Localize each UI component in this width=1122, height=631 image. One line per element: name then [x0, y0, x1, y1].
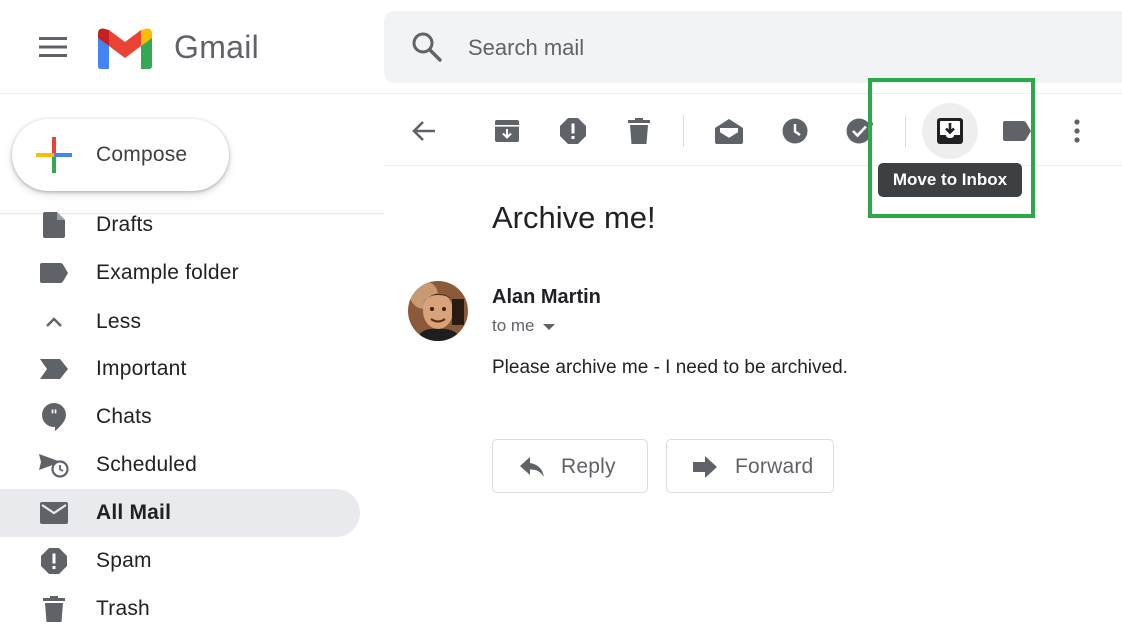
spam-icon: [38, 548, 70, 574]
report-spam-button[interactable]: [545, 103, 601, 159]
chat-icon: ": [38, 403, 70, 431]
sidebar-item-label: Important: [96, 357, 187, 380]
gmail-logo-icon[interactable]: [96, 26, 154, 70]
sidebar-item-label: Spam: [96, 549, 152, 572]
search-input[interactable]: [468, 30, 1068, 66]
chevron-up-icon: [38, 310, 70, 334]
reply-button[interactable]: Reply: [492, 439, 648, 493]
sidebar-item-label: Trash: [96, 597, 150, 620]
hamburger-menu-icon: [39, 37, 67, 57]
toolbar-separator: [683, 115, 684, 147]
recipient-details-toggle[interactable]: to me: [492, 314, 555, 338]
archive-icon: [495, 120, 519, 142]
mail-icon: [38, 501, 70, 525]
delete-button[interactable]: [611, 103, 667, 159]
sidebar-item-chats[interactable]: " Chats: [0, 393, 360, 441]
sidebar-item-label: All Mail: [96, 501, 172, 524]
reply-icon: [520, 457, 544, 477]
sidebar-item-spam[interactable]: Spam: [0, 537, 360, 585]
forward-icon: [693, 456, 717, 478]
draft-icon: [38, 212, 70, 238]
forward-button[interactable]: Forward: [666, 439, 834, 493]
caret-down-icon: [542, 323, 555, 330]
forward-label: Forward: [735, 455, 814, 478]
sidebar-item-label: Scheduled: [96, 453, 198, 476]
highlight-box: [868, 78, 1035, 218]
search-icon[interactable]: [410, 30, 444, 64]
sidebar-item-label: Chats: [96, 405, 152, 428]
sidebar-item-label: Less: [96, 310, 142, 333]
sidebar-item-all-mail[interactable]: All Mail: [0, 489, 360, 537]
back-button[interactable]: [396, 103, 452, 159]
compose-button[interactable]: Compose: [12, 119, 229, 191]
sender-name: Alan Martin: [492, 286, 601, 308]
app-name: Gmail: [174, 29, 260, 65]
archive-button[interactable]: [479, 103, 535, 159]
sidebar-item-label: Drafts: [96, 213, 154, 236]
recipient-label: to me: [492, 316, 535, 335]
mark-unread-icon: [715, 119, 743, 144]
more-vert-icon: [1074, 119, 1080, 143]
label-icon: [38, 261, 70, 285]
snooze-icon: [782, 118, 808, 144]
message-body: Please archive me - I need to be archive…: [492, 357, 848, 378]
message-subject: Archive me!: [492, 200, 656, 235]
mark-as-unread-button[interactable]: [701, 103, 757, 159]
compose-label: Compose: [96, 143, 188, 166]
svg-text:": ": [50, 408, 57, 424]
trash-icon: [38, 596, 70, 622]
snooze-button[interactable]: [767, 103, 823, 159]
sidebar-item-drafts[interactable]: Drafts: [0, 201, 360, 249]
report-spam-icon: [560, 118, 586, 144]
reply-label: Reply: [561, 455, 616, 478]
back-arrow-icon: [412, 121, 435, 141]
delete-icon: [628, 118, 650, 144]
sidebar-item-less[interactable]: Less: [0, 298, 360, 346]
compose-plus-icon: [36, 137, 72, 173]
sidebar-item-label: Example folder: [96, 261, 239, 284]
sender-avatar[interactable]: [408, 281, 468, 341]
more-options-button[interactable]: [1049, 103, 1105, 159]
sidebar-item-trash[interactable]: Trash: [0, 585, 360, 631]
important-icon: [38, 357, 70, 381]
sidebar-item-example-folder[interactable]: Example folder: [0, 249, 360, 297]
sidebar-item-scheduled[interactable]: Scheduled: [0, 441, 360, 489]
avatar-photo-icon: [408, 281, 468, 341]
scheduled-send-icon: [38, 453, 70, 478]
main-menu-button[interactable]: [30, 27, 76, 67]
sidebar-item-important[interactable]: Important: [0, 345, 360, 393]
